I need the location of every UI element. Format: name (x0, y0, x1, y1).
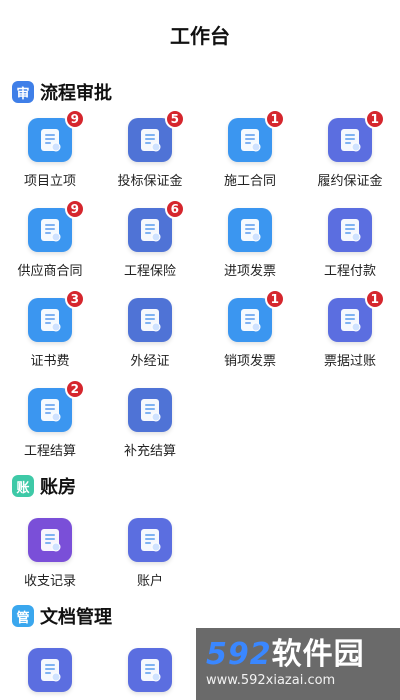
section-0: 审流程审批 9 项目立项 5 投标保证金 1 施工合同 1 履约保证金 9 供应商合同 6 工程保险 进项… (0, 74, 400, 466)
tile-label: 补充结算 (123, 444, 176, 459)
tile-2-0[interactable]: 公司证书 (0, 640, 100, 700)
tile-label: 履约保证金 (317, 174, 383, 189)
watermark-url: www.592xiazai.com (206, 673, 336, 688)
company-certificate-icon (28, 648, 72, 692)
invoice-icon (228, 208, 272, 252)
tile-0-0[interactable]: 9 项目立项 (0, 109, 100, 196)
section-header: 审流程审批 (8, 74, 392, 110)
count-badge: 2 (64, 379, 85, 399)
folder-contract-icon: 9 (28, 199, 85, 252)
account-icon (128, 518, 172, 562)
yen-document-icon: 1 (328, 109, 385, 162)
document-list-icon: 9 (28, 109, 85, 162)
tile-0-10[interactable]: 1 销项发票 (200, 289, 300, 376)
count-badge: 1 (264, 109, 285, 129)
yen-document-icon: 5 (128, 109, 185, 162)
section-grid: 收支记录 账户 (0, 510, 392, 596)
tile-2-1[interactable]: 人员证书 (100, 640, 200, 700)
count-badge: 1 (264, 289, 285, 309)
tile-1-0[interactable]: 收支记录 (0, 510, 100, 596)
shield-document-icon: 6 (128, 199, 185, 252)
tile-label: 销项发票 (223, 354, 276, 369)
tile-0-8[interactable]: 3 证书费 (0, 289, 100, 376)
sections-container: 审流程审批 9 项目立项 5 投标保证金 1 施工合同 1 履约保证金 9 供应商合同 6 工程保险 进项… (0, 74, 400, 700)
tile-label: 票据过账 (323, 354, 376, 369)
tile-0-9[interactable]: 外经证 (100, 290, 200, 376)
count-badge: 9 (64, 199, 85, 219)
invoice-icon: 1 (228, 289, 285, 342)
tile-1-1[interactable]: 账户 (100, 510, 200, 596)
certificate-icon: 3 (28, 289, 85, 342)
section-title: 流程审批 (40, 83, 112, 104)
payment-icon (328, 208, 372, 252)
tile-0-2[interactable]: 1 施工合同 (200, 109, 300, 196)
tile-label: 施工合同 (223, 174, 276, 189)
tile-label: 工程保险 (123, 264, 176, 279)
tile-0-13[interactable]: 补充结算 (100, 380, 200, 466)
workbench-page: 工作台 审流程审批 9 项目立项 5 投标保证金 1 施工合同 1 履约保证金 9 供应商合同 6 工程… (0, 0, 400, 700)
tile-label: 证书费 (30, 354, 70, 369)
watermark-number: 592 (206, 637, 272, 672)
section-header: 账账房 (8, 468, 392, 504)
section-grid: 9 项目立项 5 投标保证金 1 施工合同 1 履约保证金 9 供应商合同 6 工程保险 进项发票 工程付… (0, 109, 392, 466)
section-title: 账房 (40, 477, 76, 498)
document-list-icon (128, 388, 172, 432)
tile-label: 项目立项 (23, 174, 76, 189)
count-badge: 5 (164, 109, 185, 129)
section-title: 文档管理 (40, 607, 112, 628)
count-badge: 3 (64, 289, 85, 309)
count-badge: 1 (364, 289, 385, 309)
tile-0-4[interactable]: 9 供应商合同 (0, 199, 100, 286)
settlement-icon: 2 (28, 379, 85, 432)
tile-label: 进项发票 (223, 264, 276, 279)
tile-label: 外经证 (130, 354, 170, 369)
section-badge-icon: 管 (12, 605, 34, 627)
tile-0-5[interactable]: 6 工程保险 (100, 199, 200, 286)
section-1: 账账房收支记录 账户 (0, 468, 400, 596)
tile-label: 工程结算 (23, 444, 76, 459)
watermark-brand: 592软件园 (206, 638, 400, 672)
tile-label: 投标保证金 (117, 174, 183, 189)
tile-label: 工程付款 (323, 264, 376, 279)
contract-icon: 1 (228, 109, 285, 162)
watermark: 592软件园 www.592xiazai.com (196, 628, 400, 700)
tile-0-12[interactable]: 2 工程结算 (0, 379, 100, 466)
section-badge-icon: 账 (12, 475, 34, 497)
tile-0-7[interactable]: 工程付款 (300, 200, 400, 286)
tile-label: 供应商合同 (17, 264, 83, 279)
tile-label: 账户 (136, 574, 163, 589)
count-badge: 9 (64, 109, 85, 129)
page-title: 工作台 (170, 23, 230, 48)
count-badge: 1 (364, 109, 385, 129)
tile-label: 收支记录 (23, 574, 76, 589)
watermark-text: 软件园 (271, 637, 365, 672)
tile-0-1[interactable]: 5 投标保证金 (100, 109, 200, 196)
tile-0-3[interactable]: 1 履约保证金 (300, 109, 400, 196)
printer-icon: 1 (328, 289, 385, 342)
count-badge: 6 (164, 199, 185, 219)
personnel-certificate-icon (128, 648, 172, 692)
tile-0-6[interactable]: 进项发票 (200, 200, 300, 286)
section-badge-icon: 审 (12, 81, 34, 103)
tile-0-11[interactable]: 1 票据过账 (300, 289, 400, 376)
document-icon (128, 298, 172, 342)
ledger-icon (28, 518, 72, 562)
